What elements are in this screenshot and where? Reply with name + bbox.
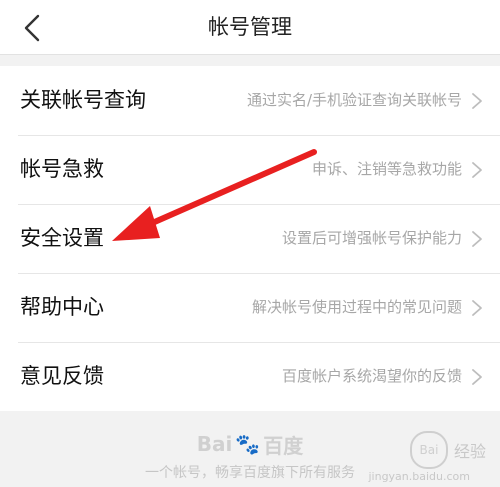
row-security-settings[interactable]: 安全设置 设置后可增强帐号保护能力 xyxy=(0,204,500,273)
row-label: 帐号急救 xyxy=(20,157,104,181)
chevron-right-icon xyxy=(472,300,482,316)
logo-text-right: 百度 xyxy=(263,433,304,458)
row-description: 百度帐户系统渴望你的反馈 xyxy=(281,367,462,385)
settings-list: 关联帐号查询 通过实名/手机验证查询关联帐号 帐号急救 申诉、注销等急救功能 安… xyxy=(0,66,500,411)
chevron-right-icon xyxy=(472,231,482,247)
row-description: 解决帐号使用过程中的常见问题 xyxy=(251,298,462,316)
logo-text-left: Bai xyxy=(196,432,233,456)
jingyan-watermark: Bai 经验 xyxy=(409,431,486,469)
row-label: 安全设置 xyxy=(20,226,104,250)
row-label: 帮助中心 xyxy=(20,295,104,319)
chevron-right-icon xyxy=(472,369,482,385)
row-feedback[interactable]: 意见反馈 百度帐户系统渴望你的反馈 xyxy=(0,342,500,411)
top-bar: 帐号管理 xyxy=(0,0,500,55)
row-linked-account-query[interactable]: 关联帐号查询 通过实名/手机验证查询关联帐号 xyxy=(0,66,500,135)
chevron-right-icon xyxy=(472,162,482,178)
row-help-center[interactable]: 帮助中心 解决帐号使用过程中的常见问题 xyxy=(0,273,500,342)
paw-icon: 🐾 xyxy=(235,432,261,456)
watermark-text: 经验 xyxy=(453,442,486,461)
chevron-right-icon xyxy=(472,93,482,109)
row-description: 申诉、注销等急救功能 xyxy=(311,160,462,178)
row-account-rescue[interactable]: 帐号急救 申诉、注销等急救功能 xyxy=(0,135,500,204)
watermark-url: jingyan.baidu.com xyxy=(368,470,470,483)
baidu-jingyan-logo-icon: Bai xyxy=(409,431,448,469)
page-title: 帐号管理 xyxy=(208,15,292,39)
row-label: 意见反馈 xyxy=(20,364,104,388)
row-description: 通过实名/手机验证查询关联帐号 xyxy=(246,91,462,109)
row-description: 设置后可增强帐号保护能力 xyxy=(281,229,462,247)
row-label: 关联帐号查询 xyxy=(20,88,146,112)
